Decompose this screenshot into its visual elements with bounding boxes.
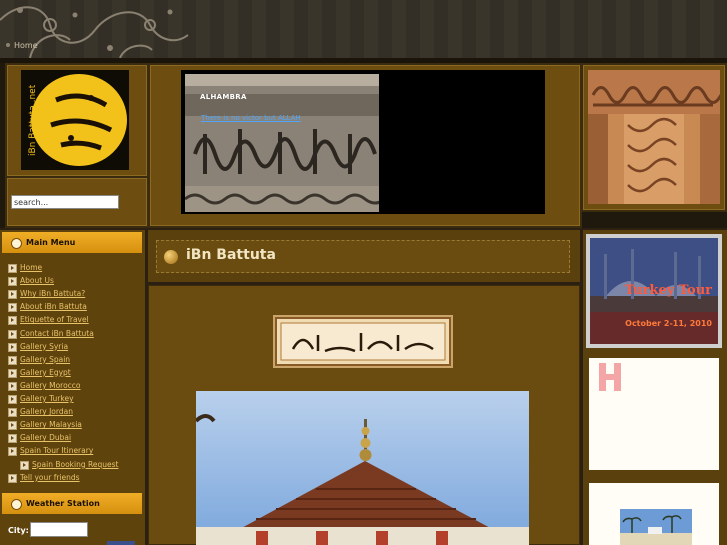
tower-photo-image: [196, 391, 529, 545]
turkey-tour-title: Turkey Tour: [625, 283, 712, 298]
sidebar-item-label[interactable]: Tell your friends: [20, 473, 80, 482]
top-bar: Home: [0, 0, 727, 58]
city-input[interactable]: [30, 522, 88, 537]
bismillah-calligraphy-image: [273, 315, 453, 368]
sidebar-item-label[interactable]: Gallery Jordan: [20, 407, 73, 416]
arrow-bullet-icon: [8, 303, 17, 313]
sidebar-item-label[interactable]: Spain Tour Itinerary: [20, 446, 93, 455]
logo-text: iBn Battuta .net: [28, 84, 38, 156]
beach-photo-image[interactable]: [620, 509, 692, 545]
arrow-bullet-icon: [8, 290, 17, 300]
sidebar-item-label[interactable]: Why iBn Battuta?: [20, 289, 85, 298]
arrow-bullet-icon: [8, 264, 17, 273]
site-logo[interactable]: iBn Battuta .net: [21, 70, 129, 170]
sidebar-item-label[interactable]: Etiquette of Travel: [20, 315, 89, 324]
main-menu-header: Main Menu: [2, 232, 142, 253]
city-label: City:: [8, 526, 29, 535]
sidebar-item-label[interactable]: Gallery Dubai: [20, 433, 71, 442]
sidebar-item-label[interactable]: About iBn Battuta: [20, 302, 87, 311]
search-input[interactable]: [11, 195, 119, 209]
title-orb-icon: [164, 250, 178, 264]
sidebar-item-label[interactable]: Spain Booking Request: [32, 460, 118, 469]
logo-emblem-icon: iBn Battuta .net: [28, 74, 127, 166]
ad-box: [589, 358, 719, 470]
home-link[interactable]: Home: [14, 41, 38, 50]
arrow-bullet-icon: [8, 355, 17, 365]
slide-caption: ALHAMBRA: [200, 93, 247, 101]
sidebar-item-label[interactable]: Home: [20, 263, 42, 272]
bullet-icon: [11, 238, 22, 249]
sidebar-item-label[interactable]: Gallery Syria: [20, 342, 68, 351]
arrow-bullet-icon: [8, 473, 17, 483]
arrow-bullet-icon: [8, 368, 17, 378]
turkey-tour-banner[interactable]: Turkey Tour October 2-11, 2010: [586, 234, 722, 348]
arrow-bullet-icon: [8, 342, 17, 352]
arrow-bullet-icon: [8, 316, 17, 326]
sidebar-item-label[interactable]: Gallery Egypt: [20, 368, 71, 377]
arrow-bullet-icon: [8, 381, 17, 391]
bullet-icon: [11, 499, 22, 510]
arrow-bullet-icon: [8, 395, 17, 404]
letter-h-icon: [599, 363, 621, 391]
sidebar-item-label[interactable]: Gallery Malaysia: [20, 420, 82, 429]
arrow-bullet-icon: [8, 434, 17, 444]
weather-submit-button[interactable]: [107, 541, 135, 545]
arrow-bullet-icon: [8, 447, 17, 457]
arrow-bullet-icon: [8, 329, 17, 339]
turkey-tour-dates: October 2-11, 2010: [625, 319, 712, 328]
weather-title: Weather Station: [26, 499, 100, 508]
arrow-bullet-icon: [8, 277, 17, 287]
main-menu-title: Main Menu: [26, 238, 76, 247]
arrow-bullet-icon: [20, 460, 29, 470]
weather-header: Weather Station: [2, 493, 142, 514]
slide-link[interactable]: There is no victor but ALLAH: [201, 114, 301, 122]
sidebar-item-label[interactable]: Contact iBn Battuta: [20, 329, 94, 338]
arrow-bullet-icon: [8, 408, 17, 418]
carved-pillar-image: [588, 70, 720, 204]
sidebar-item-label[interactable]: Gallery Spain: [20, 355, 70, 364]
arrow-bullet-icon: [8, 421, 17, 431]
title-box: iBn Battuta: [156, 240, 570, 273]
sidebar-item-label[interactable]: Gallery Morocco: [20, 381, 81, 390]
sidebar-item-label[interactable]: Gallery Turkey: [20, 394, 74, 403]
page-title: iBn Battuta: [186, 247, 276, 263]
sidebar-item-label[interactable]: About Us: [20, 276, 54, 285]
